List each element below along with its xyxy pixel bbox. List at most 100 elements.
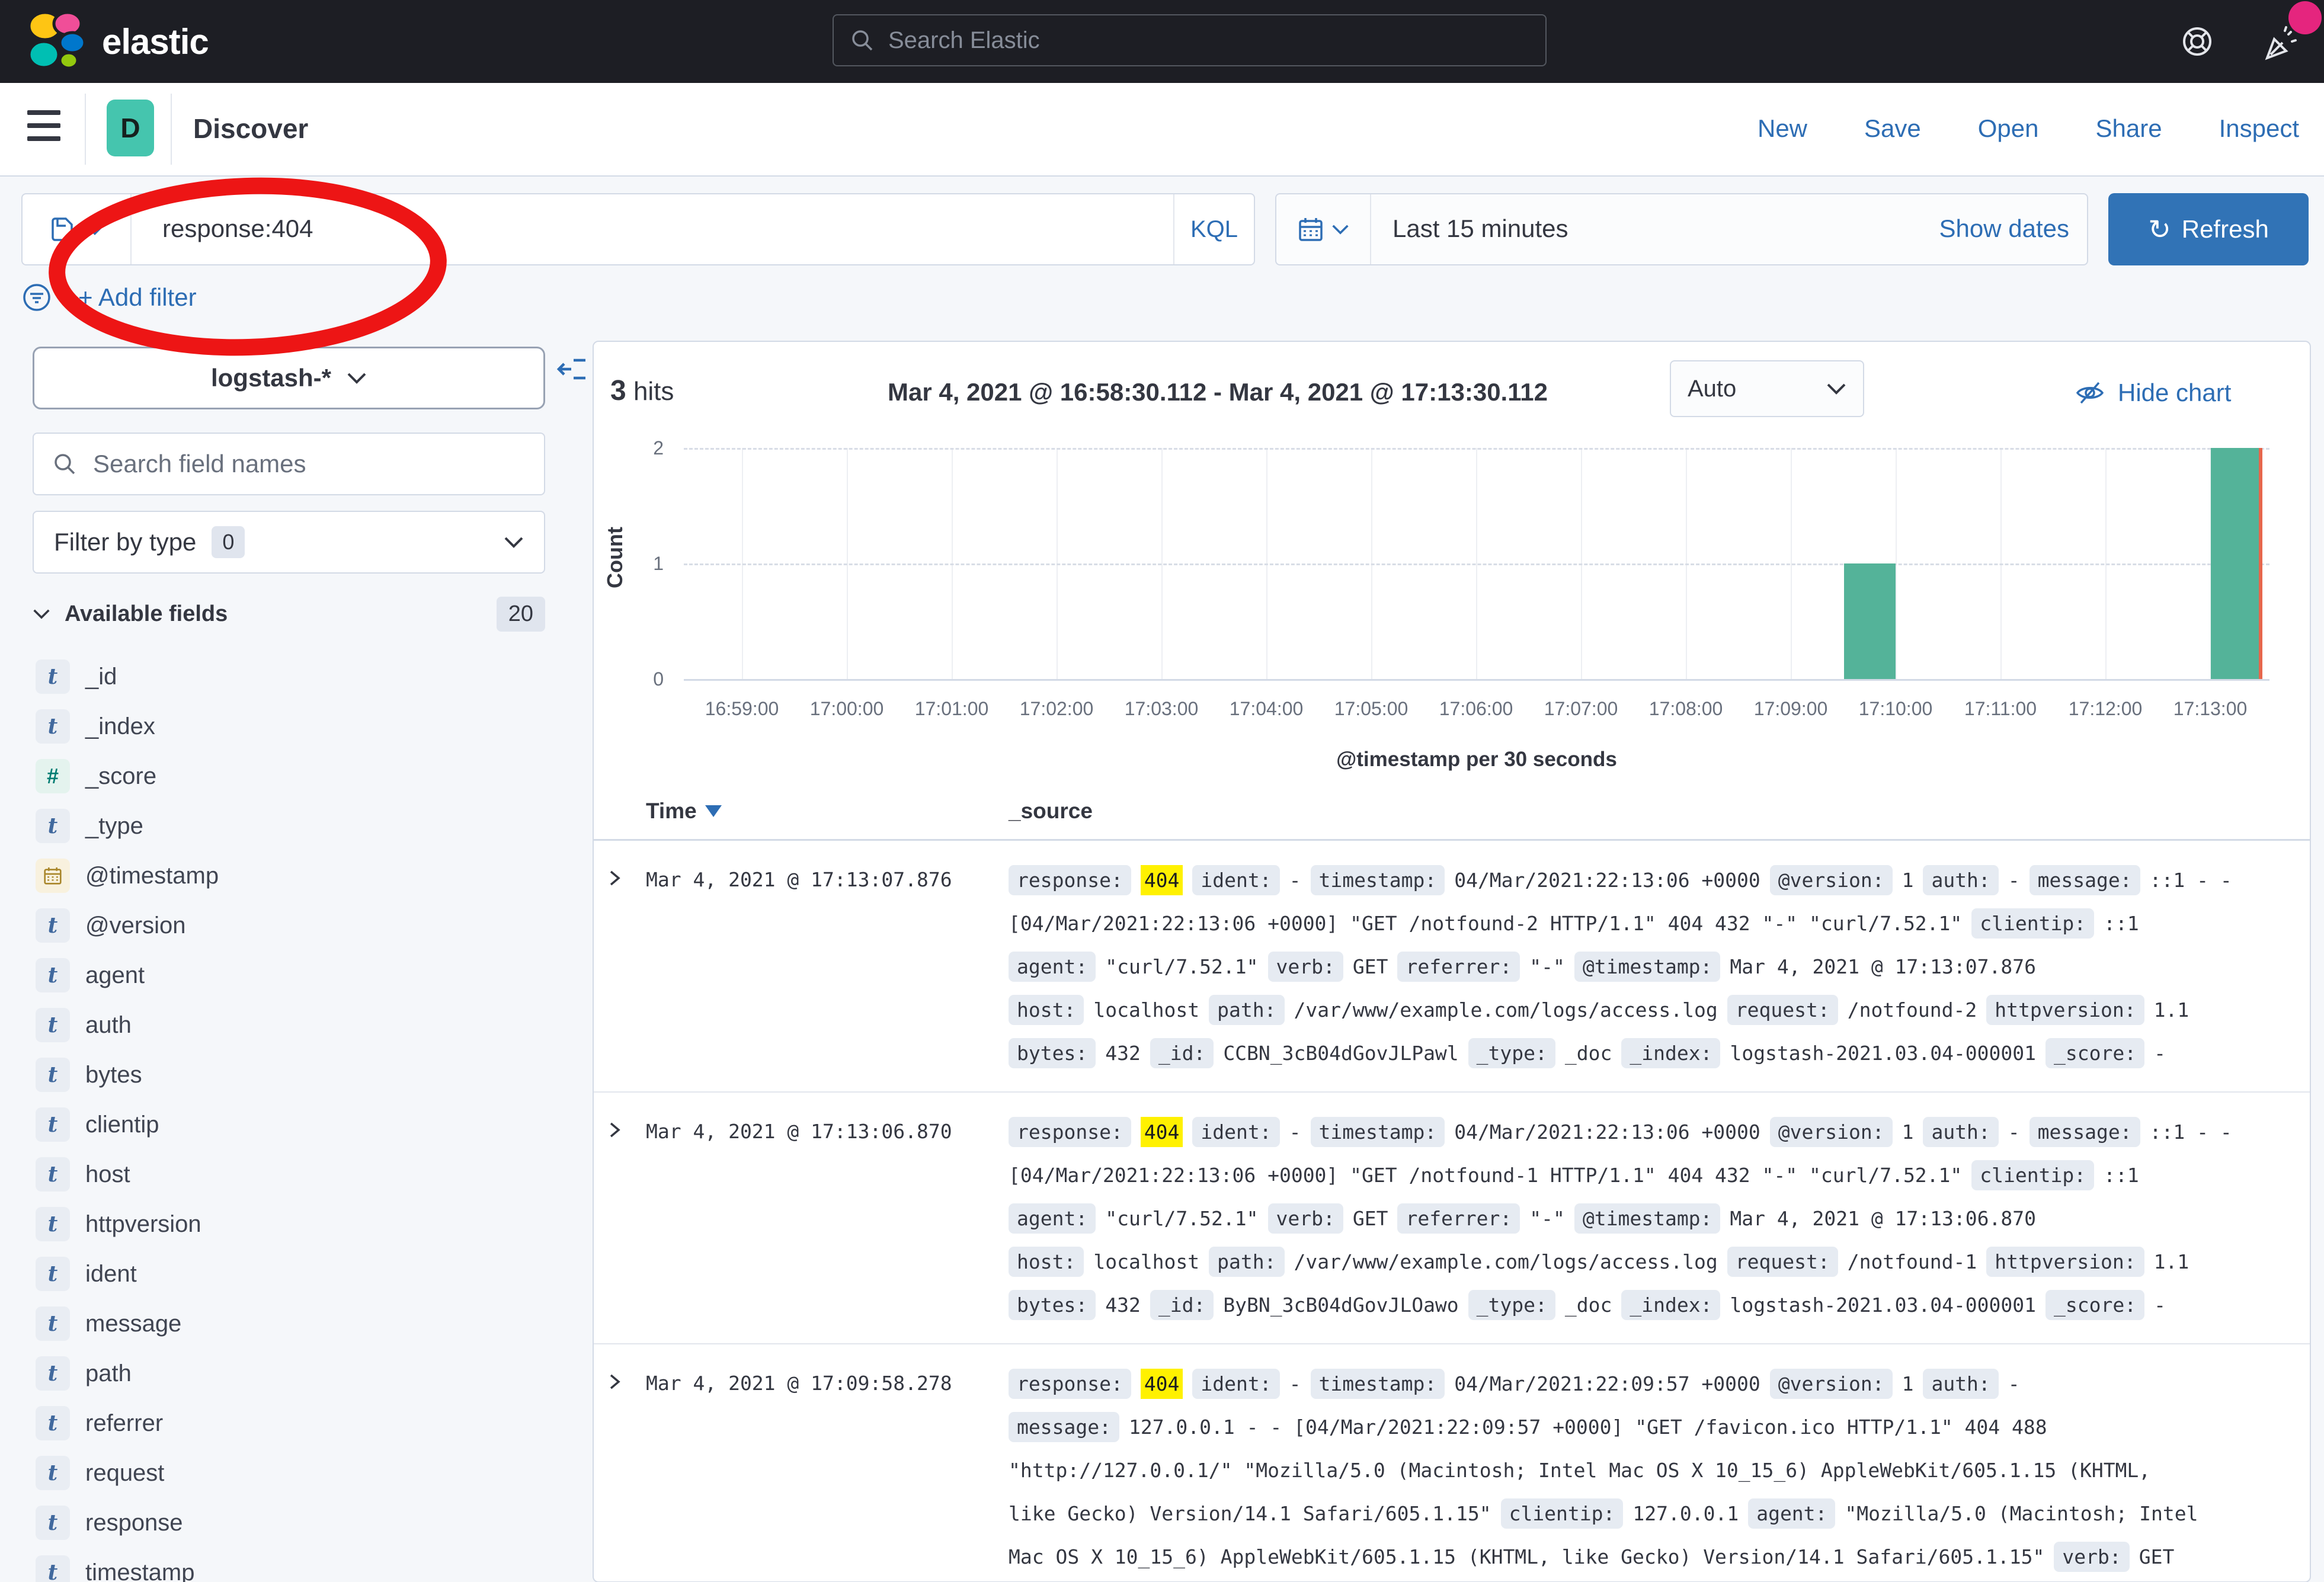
field-item-path[interactable]: tpath xyxy=(36,1349,569,1398)
elastic-logo-icon[interactable] xyxy=(26,9,90,73)
hide-chart-button[interactable]: Hide chart xyxy=(2074,377,2231,409)
date-picker: Last 15 minutes Show dates xyxy=(1275,193,2088,265)
nav-link-inspect[interactable]: Inspect xyxy=(2219,114,2299,143)
field-name-badge: @timestamp: xyxy=(1574,952,1721,982)
field-item-_index[interactable]: t_index xyxy=(36,702,569,751)
newsfeed-icon[interactable] xyxy=(2259,26,2299,66)
field-item-ident[interactable]: tident xyxy=(36,1249,569,1299)
field-value: 127.0.0.1 xyxy=(1632,1502,1739,1525)
time-range-value[interactable]: Last 15 minutes xyxy=(1393,214,1568,243)
filter-options-icon[interactable] xyxy=(21,282,52,313)
interval-select[interactable]: Auto xyxy=(1670,360,1864,417)
saved-query-menu-button[interactable] xyxy=(23,194,132,264)
histogram-chart[interactable] xyxy=(684,448,2269,679)
field-item-@version[interactable]: t@version xyxy=(36,901,569,950)
add-filter-button[interactable]: + Add filter xyxy=(78,283,197,312)
available-fields-header[interactable]: Available fields 20 xyxy=(33,596,545,632)
x-axis-label: @timestamp per 30 seconds xyxy=(684,748,2269,771)
field-item-agent[interactable]: tagent xyxy=(36,950,569,1000)
nav-link-share[interactable]: Share xyxy=(2096,114,2162,143)
y-tick-label: 2 xyxy=(616,437,664,459)
field-name-badge: host: xyxy=(1009,995,1084,1025)
field-item-auth[interactable]: tauth xyxy=(36,1000,569,1050)
query-input[interactable]: response:404 xyxy=(162,214,313,243)
string-field-icon: t xyxy=(36,1008,70,1042)
field-item-timestamp[interactable]: ttimestamp xyxy=(36,1548,569,1582)
field-item-response[interactable]: tresponse xyxy=(36,1498,569,1548)
field-value: - xyxy=(2154,1042,2166,1065)
app-badge[interactable]: D xyxy=(107,100,154,156)
chart-time-range-title: Mar 4, 2021 @ 16:58:30.112 - Mar 4, 2021… xyxy=(788,378,1647,406)
field-item-_score[interactable]: #_score xyxy=(36,751,569,801)
field-item-message[interactable]: tmessage xyxy=(36,1299,569,1349)
field-value: "http://127.0.0.1/" "Mozilla/5.0 (Macint… xyxy=(1009,1459,2150,1482)
document-row: Mar 4, 2021 @ 17:13:06.870 response:404i… xyxy=(594,1093,2310,1344)
search-icon xyxy=(52,451,78,477)
field-item-_type[interactable]: t_type xyxy=(36,801,569,851)
collapse-sidebar-icon[interactable] xyxy=(556,353,588,385)
string-field-icon: t xyxy=(36,1058,70,1092)
field-item-httpversion[interactable]: thttpversion xyxy=(36,1199,569,1249)
field-name-badge: auth: xyxy=(1923,865,1998,895)
field-value: Mar 4, 2021 @ 17:13:07.876 xyxy=(1730,955,2036,978)
date-field-icon xyxy=(36,859,70,893)
field-item-host[interactable]: thost xyxy=(36,1149,569,1199)
document-time: Mar 4, 2021 @ 17:13:07.876 xyxy=(646,859,1009,1075)
nav-link-new[interactable]: New xyxy=(1758,114,1807,143)
field-item-request[interactable]: trequest xyxy=(36,1448,569,1498)
field-value: CCBN_3cB04dGovJLPawl xyxy=(1223,1042,1458,1065)
refresh-button[interactable]: ↻ Refresh xyxy=(2108,193,2309,265)
y-tick-label: 0 xyxy=(616,668,664,690)
field-name-badge: message: xyxy=(2030,865,2140,895)
document-source: response:404ident:-timestamp:04/Mar/2021… xyxy=(1009,1362,2310,1578)
field-value: 04/Mar/2021:22:13:06 +0000 xyxy=(1454,1120,1760,1144)
nav-link-save[interactable]: Save xyxy=(1864,114,1921,143)
field-value: 1 xyxy=(1902,869,1914,892)
available-fields-count-badge: 20 xyxy=(497,597,545,632)
field-name-badge: _index: xyxy=(1621,1038,1720,1068)
string-field-icon: t xyxy=(36,1406,70,1440)
field-value: 04/Mar/2021:22:13:06 +0000 xyxy=(1454,869,1760,892)
help-icon[interactable] xyxy=(2178,23,2216,60)
date-quick-select-button[interactable] xyxy=(1276,194,1371,264)
field-name-badge: verb: xyxy=(2054,1542,2129,1572)
table-header: Time _source xyxy=(594,799,2310,841)
field-name-badge: response: xyxy=(1009,1117,1131,1147)
x-tick-label: 17:13:00 xyxy=(2145,698,2275,720)
field-search-input[interactable]: Search field names xyxy=(33,433,545,495)
field-item-clientip[interactable]: tclientip xyxy=(36,1100,569,1149)
histogram-bar[interactable] xyxy=(2211,448,2262,679)
string-field-icon: t xyxy=(36,659,70,694)
column-header-time[interactable]: Time xyxy=(646,799,1009,824)
global-search-input[interactable]: Search Elastic xyxy=(833,14,1547,66)
field-value: 432 xyxy=(1105,1293,1141,1317)
field-value: like Gecko) Version/14.1 Safari/605.1.15… xyxy=(1009,1502,1491,1525)
field-value: - xyxy=(2008,1372,2020,1395)
field-name-badge: path: xyxy=(1209,995,1284,1025)
highlighted-value: 404 xyxy=(1141,1117,1183,1147)
field-name-badge: agent: xyxy=(1009,1203,1096,1234)
field-item-bytes[interactable]: tbytes xyxy=(36,1050,569,1100)
chevron-down-icon xyxy=(504,536,524,549)
expand-row-icon[interactable] xyxy=(594,1362,646,1578)
field-item-_id[interactable]: t_id xyxy=(36,652,569,702)
menu-icon[interactable] xyxy=(27,110,60,147)
field-item-referrer[interactable]: treferrer xyxy=(36,1398,569,1448)
nav-link-open[interactable]: Open xyxy=(1978,114,2039,143)
document-source: response:404ident:-timestamp:04/Mar/2021… xyxy=(1009,1110,2310,1327)
show-dates-button[interactable]: Show dates xyxy=(1939,214,2069,243)
histogram-bar[interactable] xyxy=(1844,563,1896,679)
field-value: "curl/7.52.1" xyxy=(1105,955,1258,978)
expand-row-icon[interactable] xyxy=(594,1110,646,1327)
expand-row-icon[interactable] xyxy=(594,859,646,1075)
index-pattern-select[interactable]: logstash-* xyxy=(33,347,545,409)
type-filter-count-badge: 0 xyxy=(212,526,245,558)
field-value: "-" xyxy=(1529,955,1565,978)
query-language-button[interactable]: KQL xyxy=(1173,194,1254,264)
filter-by-type-select[interactable]: Filter by type 0 xyxy=(33,511,545,574)
chevron-down-icon xyxy=(33,608,50,620)
field-value: GET xyxy=(2139,1545,2175,1568)
column-header-source[interactable]: _source xyxy=(1009,799,2310,824)
field-item-@timestamp[interactable]: @timestamp xyxy=(36,851,569,901)
string-field-icon: t xyxy=(36,1107,70,1142)
